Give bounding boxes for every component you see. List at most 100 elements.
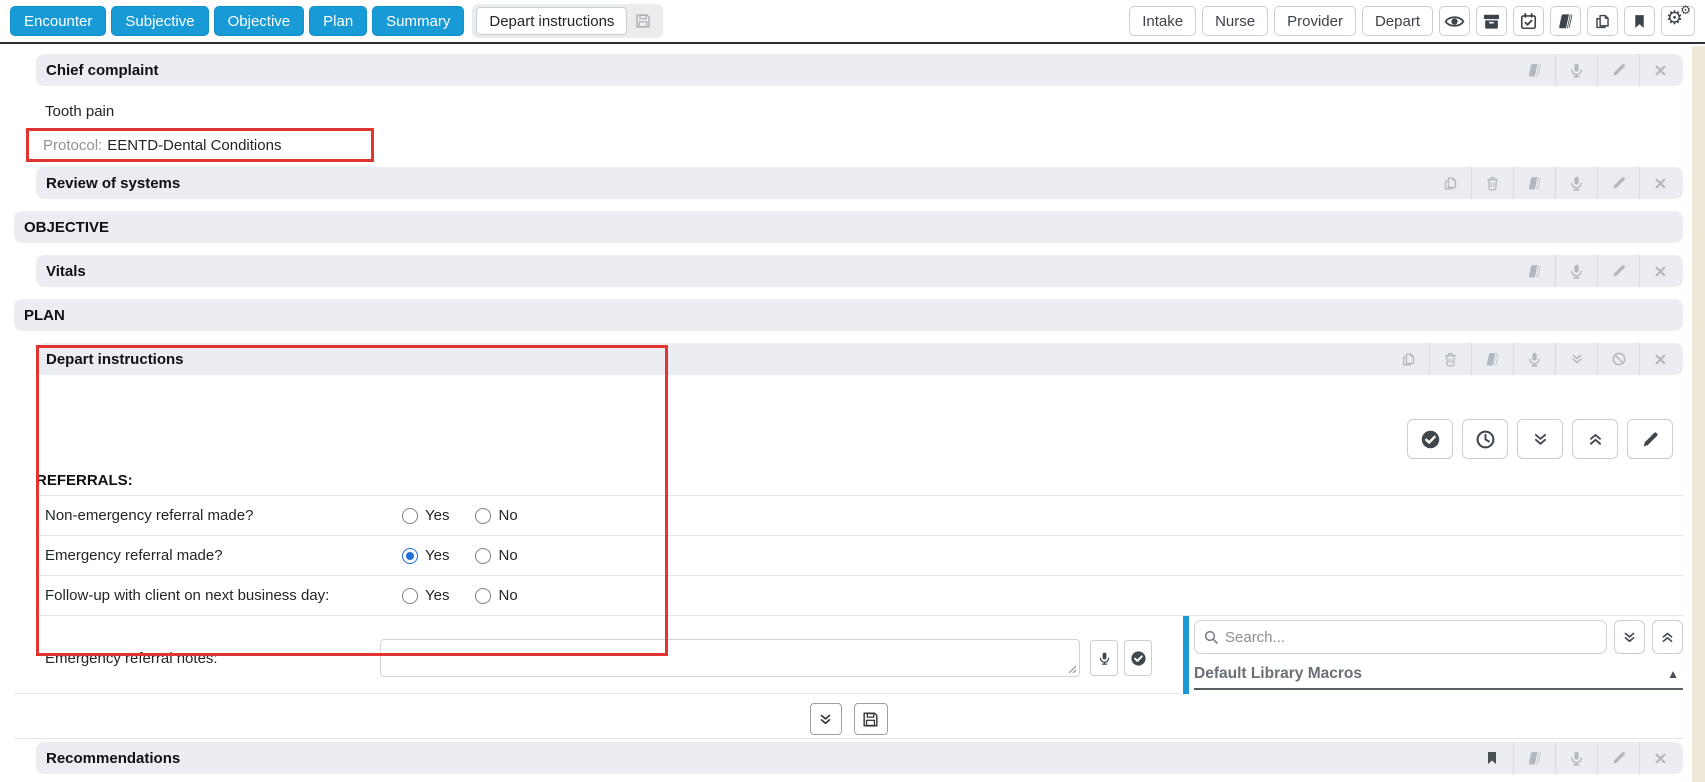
radio-option-yes[interactable]: Yes bbox=[402, 587, 449, 604]
close-icon bbox=[1653, 176, 1668, 191]
pencil-button[interactable] bbox=[1597, 54, 1639, 86]
save-icon[interactable] bbox=[634, 12, 652, 30]
close-button[interactable] bbox=[1639, 742, 1681, 774]
radio-yes[interactable] bbox=[402, 548, 418, 564]
referral-question-row: Follow-up with client on next business d… bbox=[36, 576, 1683, 616]
bookmark-icon bbox=[1484, 750, 1500, 766]
settings-button[interactable]: ⚙⚙ bbox=[1661, 6, 1695, 36]
book-button[interactable] bbox=[1513, 255, 1555, 287]
chart-content: Chief complaint Tooth pain Protocol: EEN… bbox=[0, 44, 1705, 774]
question-label: Non-emergency referral made? bbox=[36, 507, 402, 524]
section-title: Chief complaint bbox=[46, 62, 159, 79]
mic-button[interactable] bbox=[1555, 742, 1597, 774]
notes-confirm-button[interactable] bbox=[1124, 640, 1152, 676]
book-button[interactable] bbox=[1471, 343, 1513, 375]
section-header-chief-complaint: Chief complaint bbox=[36, 54, 1683, 86]
book-button[interactable] bbox=[1513, 742, 1555, 774]
collapse-button[interactable] bbox=[1555, 343, 1597, 375]
trash-button[interactable] bbox=[1429, 343, 1471, 375]
radio-yes[interactable] bbox=[402, 508, 418, 524]
nav-button-depart[interactable]: Depart bbox=[1362, 6, 1433, 36]
section-header-actions bbox=[1471, 742, 1681, 774]
complete-button[interactable] bbox=[1407, 419, 1453, 459]
depart-actions-row bbox=[14, 419, 1683, 459]
notes-mic-button[interactable] bbox=[1090, 640, 1118, 676]
mic-button[interactable] bbox=[1555, 255, 1597, 287]
radio-option-yes[interactable]: Yes bbox=[402, 507, 449, 524]
nav-button-nurse[interactable]: Nurse bbox=[1202, 6, 1268, 36]
radio-no[interactable] bbox=[475, 508, 491, 524]
pencil-button[interactable] bbox=[1597, 255, 1639, 287]
radio-option-no[interactable]: No bbox=[475, 587, 517, 604]
macro-collapse-all-button[interactable] bbox=[1652, 620, 1683, 654]
save-button[interactable] bbox=[854, 703, 888, 735]
chevrons-down-icon bbox=[1622, 630, 1637, 645]
top-toolbar: Encounter Subjective Objective Plan Summ… bbox=[0, 0, 1705, 44]
calendar-button[interactable] bbox=[1513, 6, 1544, 36]
radio-no[interactable] bbox=[475, 588, 491, 604]
macro-library-header[interactable]: Default Library Macros ▲ bbox=[1194, 659, 1683, 690]
archive-button[interactable] bbox=[1476, 6, 1507, 36]
tab-depart-instructions[interactable]: Depart instructions bbox=[476, 7, 627, 35]
radio-label: Yes bbox=[425, 507, 449, 524]
pencil-button[interactable] bbox=[1597, 167, 1639, 199]
mic-icon bbox=[1568, 175, 1585, 192]
nav-button-encounter[interactable]: Encounter bbox=[10, 6, 106, 36]
referral-question-row: Non-emergency referral made? Yes No bbox=[36, 496, 1683, 536]
section-header-actions bbox=[1387, 343, 1681, 375]
bookmark-button[interactable] bbox=[1624, 6, 1655, 36]
macro-expand-all-button[interactable] bbox=[1614, 620, 1645, 654]
chevrons-down-icon bbox=[1570, 352, 1584, 366]
nav-button-summary[interactable]: Summary bbox=[372, 6, 464, 36]
book-button[interactable] bbox=[1513, 167, 1555, 199]
chevrons-down-icon bbox=[1532, 431, 1549, 448]
copy-chart-button[interactable] bbox=[1587, 6, 1618, 36]
close-button[interactable] bbox=[1639, 54, 1681, 86]
nav-button-subjective[interactable]: Subjective bbox=[111, 6, 208, 36]
copy-button[interactable] bbox=[1387, 343, 1429, 375]
book-button[interactable] bbox=[1513, 54, 1555, 86]
ban-button[interactable] bbox=[1597, 343, 1639, 375]
pencil-icon bbox=[1611, 750, 1627, 766]
close-button[interactable] bbox=[1639, 343, 1681, 375]
expand-more-button[interactable] bbox=[810, 703, 842, 735]
close-button[interactable] bbox=[1639, 167, 1681, 199]
archive-icon bbox=[1482, 12, 1501, 31]
radio-yes[interactable] bbox=[402, 588, 418, 604]
trash-icon bbox=[1442, 351, 1459, 368]
nav-button-objective[interactable]: Objective bbox=[214, 6, 305, 36]
scrollbar-track[interactable] bbox=[1692, 46, 1705, 782]
collapse-all-button[interactable] bbox=[1572, 419, 1618, 459]
radio-option-no[interactable]: No bbox=[475, 507, 517, 524]
radio-option-yes[interactable]: Yes bbox=[402, 547, 449, 564]
edit-button[interactable] bbox=[1627, 419, 1673, 459]
copy-icon bbox=[1400, 351, 1417, 368]
referrals-heading: REFERRALS: bbox=[36, 459, 1683, 496]
emergency-notes-textarea[interactable] bbox=[380, 639, 1080, 677]
radio-option-no[interactable]: No bbox=[475, 547, 517, 564]
view-button[interactable] bbox=[1439, 6, 1470, 36]
chevrons-up-icon bbox=[1587, 431, 1604, 448]
mic-button[interactable] bbox=[1555, 54, 1597, 86]
radio-group: Yes No bbox=[402, 507, 518, 524]
nav-button-intake[interactable]: Intake bbox=[1129, 6, 1196, 36]
chevrons-down-icon bbox=[818, 712, 833, 727]
mic-button[interactable] bbox=[1513, 343, 1555, 375]
close-button[interactable] bbox=[1639, 255, 1681, 287]
expand-all-button[interactable] bbox=[1517, 419, 1563, 459]
section-title: Depart instructions bbox=[46, 351, 184, 368]
check-circle-icon bbox=[1420, 429, 1441, 450]
resize-handle-icon[interactable] bbox=[1068, 665, 1077, 674]
radio-no[interactable] bbox=[475, 548, 491, 564]
nav-button-provider[interactable]: Provider bbox=[1274, 6, 1356, 36]
pencil-button[interactable] bbox=[1597, 742, 1639, 774]
copy-button[interactable] bbox=[1429, 167, 1471, 199]
library-button[interactable] bbox=[1550, 6, 1581, 36]
macro-search-input[interactable] bbox=[1225, 629, 1598, 646]
nav-button-plan[interactable]: Plan bbox=[309, 6, 367, 36]
mic-button[interactable] bbox=[1555, 167, 1597, 199]
history-button[interactable] bbox=[1462, 419, 1508, 459]
clock-icon bbox=[1475, 429, 1496, 450]
bookmark-button[interactable] bbox=[1471, 742, 1513, 774]
trash-button[interactable] bbox=[1471, 167, 1513, 199]
